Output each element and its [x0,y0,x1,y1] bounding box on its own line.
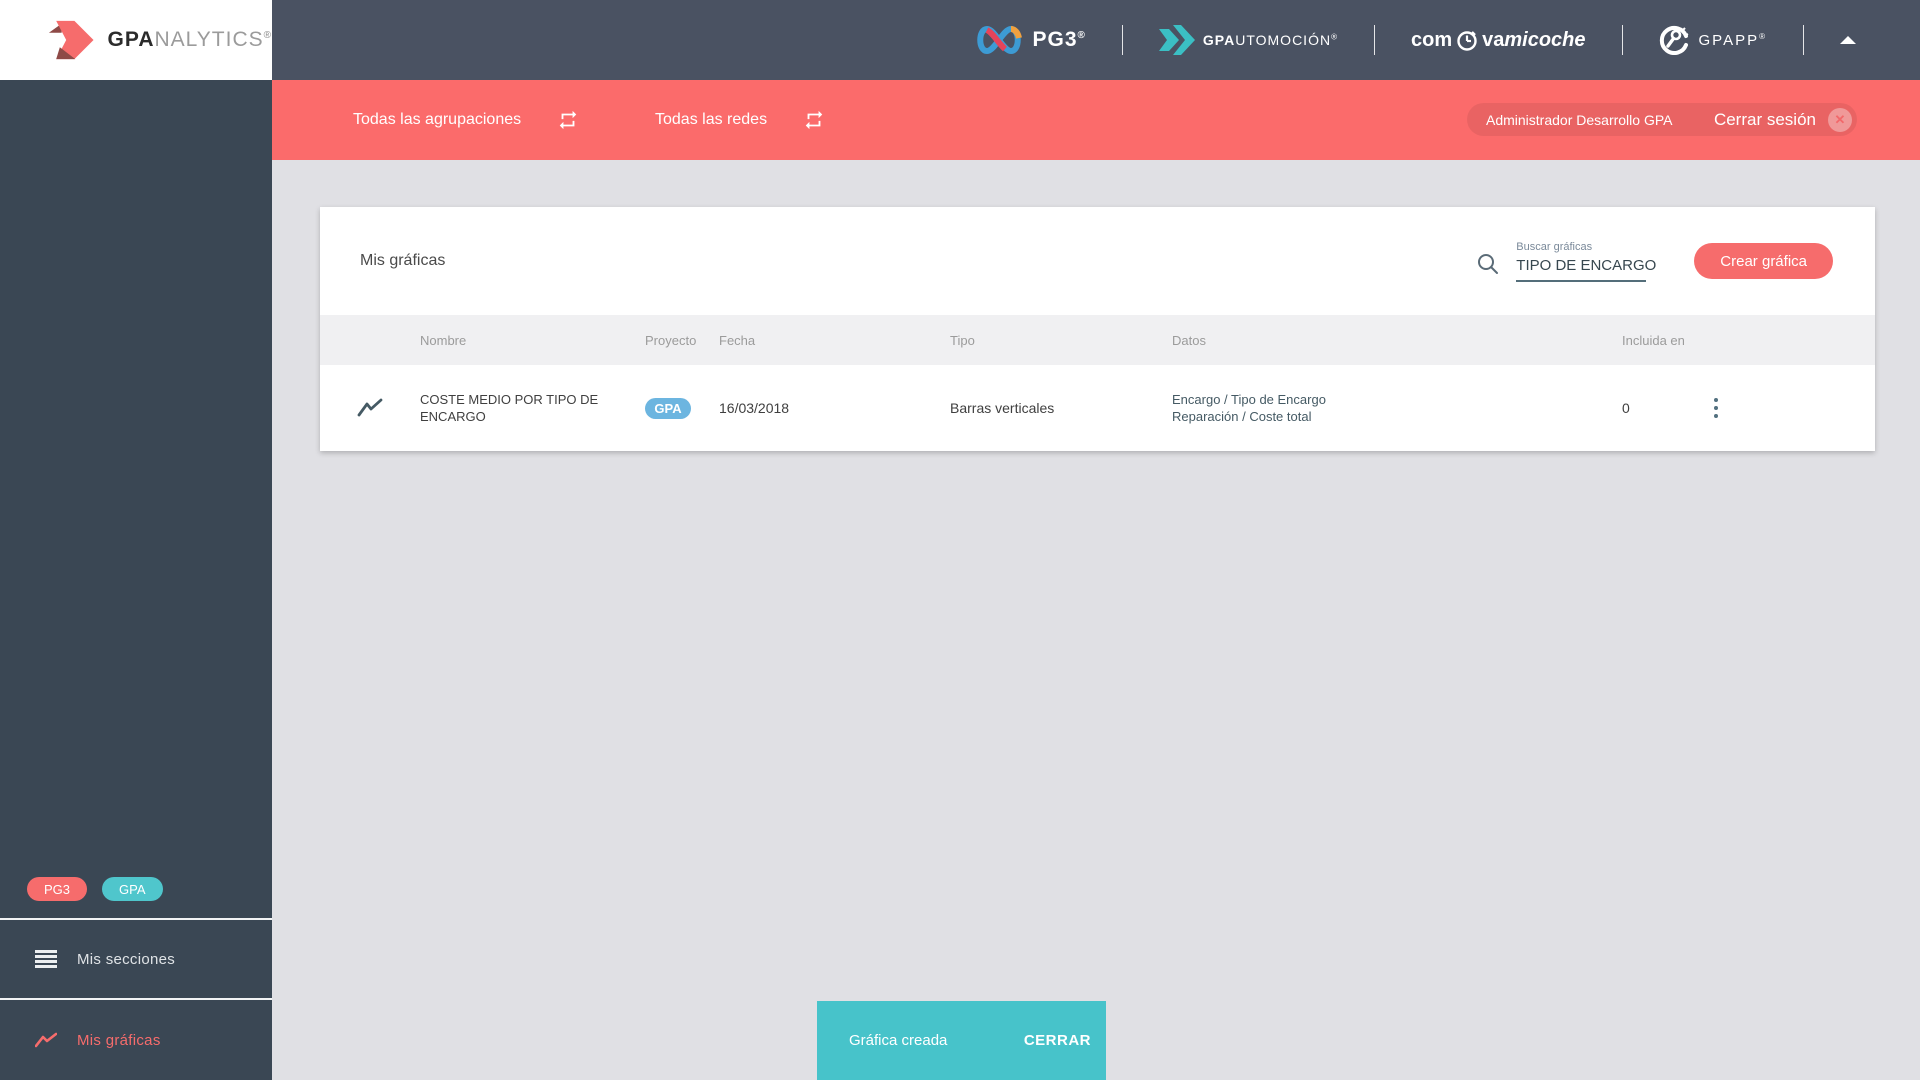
table-header: Nombre Proyecto Fecha Tipo Datos Incluid… [320,315,1875,365]
chart-line-icon [35,1032,57,1048]
search-input-label: Buscar gráficas [1516,240,1593,253]
logout-close-icon[interactable]: ✕ [1828,107,1852,132]
header-divider [1621,25,1623,55]
search-input-value: TIPO DE ENCARGO [1516,256,1657,274]
col-header-fecha: Fecha [719,332,756,348]
project-badge: GPA [645,397,691,419]
sidebar-item-label: Mis secciones [77,950,176,968]
sidebar-item-mis-graficas[interactable]: Mis gráficas [0,998,272,1080]
gpautomocion-arrow-icon [1158,25,1195,55]
header-divider [1121,25,1123,55]
gpanalytics-wordmark: GPANALYTICS® [107,28,272,51]
header-divider [1803,25,1804,55]
row-name: COSTE MEDIO POR TIPO DE ENCARGO [420,392,599,424]
create-chart-button[interactable]: Crear gráfica [1694,243,1833,279]
gpapp-logo[interactable]: GPAPP® [1659,25,1767,55]
row-incluida-en: 0 [1622,400,1630,416]
pg3-wordmark: PG3® [1032,28,1086,51]
collapse-caret-icon[interactable] [1840,36,1856,44]
gpapp-wrench-icon [1659,26,1688,55]
row-chart-line-icon [320,398,420,418]
filter-bar: Todas las agrupaciones Todas las redes A… [272,80,1920,160]
sidebar: PG3 GPA Mis secciones Mis gráficas [0,80,272,1080]
gpapp-wordmark: GPAPP® [1698,31,1767,49]
row-datos: Encargo / Tipo de Encargo Reparación / C… [1172,392,1326,424]
card-header: Mis gráficas Buscar gráficas TIPO DE ENC… [320,207,1875,315]
toast-close-button[interactable]: CERRAR [1024,1032,1091,1049]
filter-agrupaciones-label: Todas las agrupaciones [353,111,522,128]
col-header-nombre: Nombre [420,332,467,348]
row-menu-kebab-icon[interactable] [1706,394,1726,422]
filter-redes-label: Todas las redes [655,111,768,128]
top-header: PG3® GPAUTOMOCIÓN® com va micoche GPAPP® [272,0,1920,80]
clock-icon [1457,31,1477,51]
badge-gpa[interactable]: GPA [102,877,163,901]
header-divider [1373,25,1375,55]
main-content: Mis gráficas Buscar gráficas TIPO DE ENC… [272,160,1920,1080]
pg3-logo[interactable]: PG3® [975,22,1086,58]
swap-icon[interactable] [803,109,825,131]
app-window: GPANALYTICS® PG3® GPAUTOMOCIÓN® com va m… [0,0,1920,1080]
sidebar-item-label: Mis gráficas [77,1031,161,1049]
gpanalytics-logo[interactable]: GPANALYTICS® [0,0,272,80]
gpanalytics-arrow-icon [48,20,94,60]
filter-redes[interactable]: Todas las redes [655,80,825,160]
comvamicoche-logo[interactable]: com va micoche [1411,28,1586,52]
charts-card: Mis gráficas Buscar gráficas TIPO DE ENC… [320,207,1875,451]
sidebar-item-mis-secciones[interactable]: Mis secciones [0,918,272,998]
col-header-proyecto: Proyecto [645,332,697,348]
row-fecha: 16/03/2018 [719,400,790,416]
sidebar-badges: PG3 GPA [0,877,272,918]
user-session-pill: Administrador Desarrollo GPA Cerrar sesi… [1467,103,1857,136]
gpautomocion-logo[interactable]: GPAUTOMOCIÓN® [1158,25,1338,55]
gpautomocion-wordmark: GPAUTOMOCIÓN® [1202,32,1338,48]
pg3-infinity-icon [976,25,1022,55]
badge-pg3[interactable]: PG3 [27,877,88,901]
search-area: Buscar gráficas TIPO DE ENCARGO [1476,240,1656,282]
logout-button[interactable]: Cerrar sesión [1714,110,1816,130]
toast-message: Gráfica creada [849,1032,948,1049]
row-tipo: Barras verticales [950,400,1055,416]
col-header-tipo: Tipo [950,332,975,348]
search-icon[interactable] [1476,252,1500,276]
toast-notification: Gráfica creada CERRAR [817,1001,1106,1080]
page-title: Mis gráficas [360,252,446,269]
user-name: Administrador Desarrollo GPA [1486,111,1673,128]
table-row[interactable]: COSTE MEDIO POR TIPO DE ENCARGO GPA 16/0… [320,365,1875,451]
filter-agrupaciones[interactable]: Todas las agrupaciones [353,80,579,160]
search-input[interactable]: Buscar gráficas TIPO DE ENCARGO [1516,240,1656,282]
col-header-incluida: Incluida en [1622,332,1685,348]
swap-icon[interactable] [557,109,579,131]
sections-list-icon [35,950,57,968]
col-header-datos: Datos [1172,332,1206,348]
